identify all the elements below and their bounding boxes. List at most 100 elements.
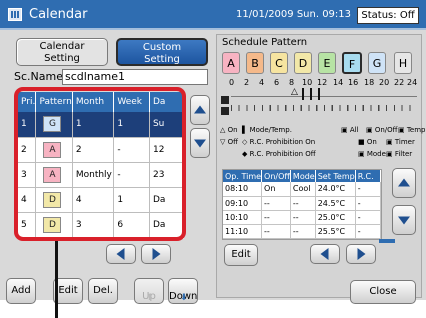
table-row[interactable]: 11:10 -- -- 25.5°C -: [223, 224, 382, 239]
cell: -: [355, 196, 382, 211]
cell: 11:10: [223, 224, 263, 239]
pattern-button-e[interactable]: E: [318, 52, 336, 74]
tab-custom-setting[interactable]: Custom Setting: [116, 38, 208, 66]
cell: 10:10: [223, 210, 263, 225]
cell: 24.5°C: [315, 196, 356, 211]
up-arrow-icon: ⬆: [146, 293, 154, 303]
table-row[interactable]: 09:10 -- -- 24.5°C -: [223, 196, 382, 211]
pattern-button-b[interactable]: B: [246, 52, 264, 74]
cell: --: [290, 196, 316, 211]
op-scroll-left-button[interactable]: [310, 244, 340, 264]
op-scroll-right-button[interactable]: [346, 244, 376, 264]
col-header-op-time: Op. Time: [223, 170, 263, 182]
timeline-marker: [302, 88, 304, 100]
col-header-mode: Mode: [290, 170, 316, 182]
timeline-marker: [310, 88, 312, 100]
title-bar: Calendar 11/01/2009 Sun. 09:13 Status: O…: [0, 0, 426, 30]
day-icon: [221, 96, 229, 104]
hour-label: 22: [394, 78, 405, 87]
calendar-icon: [8, 8, 22, 21]
hour-label: 4: [259, 78, 265, 87]
cell: -: [355, 224, 382, 239]
schedule-pattern-title: Schedule Pattern: [222, 37, 308, 48]
hour-label: 16: [348, 78, 359, 87]
hour-label: 8: [289, 78, 295, 87]
callout-line: [55, 241, 58, 318]
cell: 24.0°C: [315, 182, 356, 197]
col-header-rc: R.C.: [355, 170, 382, 182]
pattern-button-f[interactable]: F: [342, 52, 362, 74]
status-box: Status: Off: [357, 7, 419, 24]
down-arrow-icon: ⬇: [180, 293, 188, 303]
move-down-button[interactable]: ⬇ Down: [168, 278, 198, 304]
cell: --: [261, 210, 291, 225]
table-row[interactable]: 08:10 On Cool 24.0°C -: [223, 182, 382, 197]
pattern-button-g[interactable]: G: [368, 52, 386, 74]
scroll-right-button[interactable]: [141, 244, 171, 264]
delete-button[interactable]: Del.: [88, 278, 118, 304]
pattern-button-a[interactable]: A: [222, 52, 240, 74]
timeline-ticks: [231, 105, 417, 111]
night-icon: [221, 107, 229, 115]
pattern-button-c[interactable]: C: [270, 52, 288, 74]
hour-label: 2: [244, 78, 250, 87]
hour-label: 24: [407, 78, 418, 87]
cell: 25.5°C: [315, 224, 356, 239]
tab-custom-line1: Custom: [142, 42, 182, 53]
add-button[interactable]: Add: [6, 278, 36, 304]
table-row[interactable]: 10:10 -- -- 25.0°C -: [223, 210, 382, 225]
cell: -: [355, 210, 382, 225]
schedule-timeline: 0 2 4 6 8 10 12 14 16 18 20 22 24 △: [221, 78, 417, 124]
scroll-down-button[interactable]: [190, 128, 210, 158]
timeline-legend: △ On ▌ Mode/Temp. ▽ Off ◇ R.C. Prohibiti…: [220, 124, 426, 164]
screen: Calendar 11/01/2009 Sun. 09:13 Status: O…: [0, 0, 426, 304]
pattern-button-d[interactable]: D: [294, 52, 312, 74]
op-scroll-up-button[interactable]: [392, 168, 416, 198]
highlight-frame: [14, 87, 186, 241]
scroll-up-button[interactable]: [190, 95, 210, 125]
operation-table: Op. Time On/Off Mode Set Temp R.C. 08:10…: [222, 169, 382, 240]
cell: Cool: [290, 182, 316, 197]
hour-label: 0: [229, 78, 235, 87]
tab-calendar-line2: Setting: [44, 53, 80, 64]
pattern-button-h[interactable]: H: [394, 52, 412, 74]
hour-label: 20: [379, 78, 390, 87]
tab-calendar-line1: Calendar: [39, 41, 85, 52]
on-marker-icon: △: [291, 87, 298, 97]
legend-rc-off: ◆ R.C. Prohibition Off: [242, 150, 316, 158]
cell: On: [261, 182, 291, 197]
date-time: 11/01/2009 Sun. 09:13: [236, 9, 352, 20]
legend-all: ▣ All: [341, 126, 359, 134]
scroll-left-button[interactable]: [106, 244, 136, 264]
legend-off: ▽ Off: [220, 138, 238, 146]
cell: --: [261, 196, 291, 211]
cell: -: [355, 182, 382, 197]
op-scroll-down-button[interactable]: [392, 205, 416, 235]
cell: 08:10: [223, 182, 263, 197]
legend-filter: ▣ Filter: [386, 150, 413, 158]
hour-label: 12: [317, 78, 328, 87]
hour-label: 6: [274, 78, 280, 87]
legend-mode: ▣ Mode: [358, 150, 386, 158]
col-header-on-off: On/Off: [261, 170, 291, 182]
cell: --: [290, 224, 316, 239]
timeline-bar: [231, 96, 417, 104]
horizontal-scrollbar[interactable]: [379, 239, 395, 243]
hour-label: 14: [333, 78, 344, 87]
cell: 09:10: [223, 196, 263, 211]
hour-label: 10: [302, 78, 313, 87]
schedule-name-label: Sc.Name: [14, 70, 63, 83]
op-edit-button[interactable]: Edit: [224, 244, 258, 266]
tab-custom-line2: Setting: [144, 54, 180, 65]
app-title: Calendar: [29, 7, 88, 22]
col-header-set-temp: Set Temp: [315, 170, 356, 182]
cell: --: [261, 224, 291, 239]
schedule-name-field[interactable]: scdlname1: [62, 69, 208, 85]
tab-calendar-setting[interactable]: Calendar Setting: [16, 38, 108, 66]
close-button[interactable]: Close: [350, 280, 416, 304]
timeline-marker: [318, 88, 320, 100]
cell: --: [290, 210, 316, 225]
device-frame: Calendar 11/01/2009 Sun. 09:13 Status: O…: [0, 0, 426, 318]
move-up-button[interactable]: ⬆ Up: [134, 278, 164, 304]
hour-label: 18: [364, 78, 375, 87]
